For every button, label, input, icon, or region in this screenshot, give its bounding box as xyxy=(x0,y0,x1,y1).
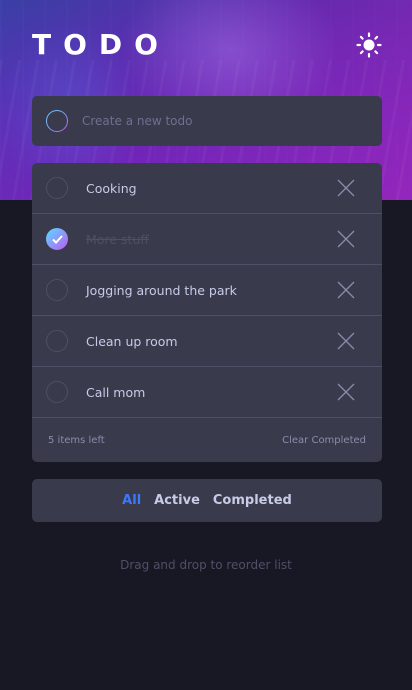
drag-drop-hint: Drag and drop to reorder list xyxy=(120,558,292,572)
todo-checkbox[interactable] xyxy=(46,381,68,403)
close-icon xyxy=(337,230,355,248)
check-icon xyxy=(51,234,63,244)
new-todo-bar xyxy=(32,96,382,146)
todo-checkbox[interactable] xyxy=(46,177,68,199)
close-icon xyxy=(337,281,355,299)
filter-completed[interactable]: Completed xyxy=(213,493,292,508)
delete-todo-button[interactable] xyxy=(336,178,356,198)
todo-checkbox[interactable] xyxy=(46,228,68,250)
todo-list: Cooking More stuff Jogging around the pa… xyxy=(32,163,382,462)
close-icon xyxy=(337,332,355,350)
app-title: TODO xyxy=(32,28,170,61)
theme-toggle-button[interactable] xyxy=(356,32,382,58)
todo-checkbox[interactable] xyxy=(46,279,68,301)
todo-text: More stuff xyxy=(86,231,149,247)
new-todo-circle[interactable] xyxy=(46,110,68,132)
delete-todo-button[interactable] xyxy=(336,331,356,351)
list-footer: 5 items left Clear Completed xyxy=(32,418,382,462)
todo-checkbox[interactable] xyxy=(46,330,68,352)
filter-bar: All Active Completed xyxy=(32,479,382,522)
todo-item[interactable]: Jogging around the park xyxy=(32,265,382,316)
todo-text: Clean up room xyxy=(86,333,178,349)
todo-text: Cooking xyxy=(86,180,137,196)
items-left-count: 5 items left xyxy=(48,434,105,446)
todo-text: Jogging around the park xyxy=(86,282,237,298)
filter-active[interactable]: Active xyxy=(154,493,200,508)
delete-todo-button[interactable] xyxy=(336,280,356,300)
filter-all[interactable]: All xyxy=(122,493,141,508)
new-todo-input[interactable] xyxy=(82,114,352,128)
delete-todo-button[interactable] xyxy=(336,229,356,249)
close-icon xyxy=(337,179,355,197)
todo-item[interactable]: Cooking xyxy=(32,163,382,214)
todo-item[interactable]: Call mom xyxy=(32,367,382,418)
todo-item[interactable]: Clean up room xyxy=(32,316,382,367)
delete-todo-button[interactable] xyxy=(336,382,356,402)
app-header: TODO xyxy=(32,30,382,60)
sun-icon xyxy=(356,32,382,58)
todo-item[interactable]: More stuff xyxy=(32,214,382,265)
close-icon xyxy=(337,383,355,401)
clear-completed-button[interactable]: Clear Completed xyxy=(282,435,366,446)
todo-text: Call mom xyxy=(86,384,146,400)
